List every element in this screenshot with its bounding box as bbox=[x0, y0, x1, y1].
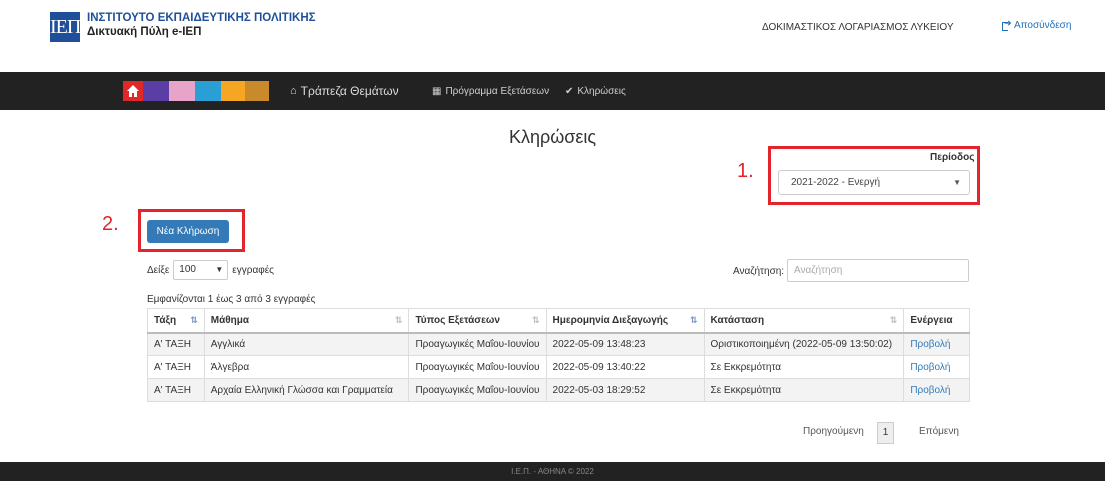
table-info: Εμφανίζονται 1 έως 3 από 3 εγγραφές bbox=[147, 294, 316, 305]
account-name: ΔΟΚΙΜΑΣΤΙΚΟΣ ΛΟΓΑΡΙΑΣΜΟΣ ΛΥΚΕΙΟΥ bbox=[762, 22, 954, 33]
annotation-box-1 bbox=[768, 146, 980, 205]
iep-logo: ΙΕΠ bbox=[50, 12, 81, 42]
col-status-label: Κατάσταση bbox=[710, 314, 765, 326]
nav-exam-schedule[interactable]: ▦ Πρόγραμμα Εξετάσεων bbox=[432, 86, 549, 97]
color-swatch[interactable] bbox=[195, 81, 221, 101]
view-link[interactable]: Προβολή bbox=[910, 362, 950, 373]
nav-draws[interactable]: ✔ Κληρώσεις bbox=[565, 86, 626, 97]
cell-subject: Αγγλικά bbox=[203, 332, 410, 356]
search-label: Αναζήτηση: bbox=[733, 266, 785, 277]
draws-table: Τάξη ⇅ Μάθημα ⇅ Τύπος Εξετάσεων ⇅ Ημερομ… bbox=[147, 308, 970, 402]
col-subject-label: Μάθημα bbox=[210, 314, 250, 326]
cell-status: Σε Εκκρεμότητα bbox=[703, 378, 905, 402]
sort-icon: ⇅ bbox=[394, 315, 403, 325]
nav-draws-label: Κληρώσεις bbox=[577, 86, 626, 97]
pagination-current-page[interactable]: 1 bbox=[877, 422, 894, 444]
col-exam-type-label: Τύπος Εξετάσεων bbox=[415, 314, 500, 326]
nav-question-bank-label: Τράπεζα Θεμάτων bbox=[300, 84, 399, 98]
page-length-control: Δείξε 100 ▼ εγγραφές bbox=[147, 260, 274, 280]
home-button[interactable] bbox=[123, 81, 143, 101]
cell-class: Α' ΤΑΞΗ bbox=[147, 378, 205, 402]
cell-action: Προβολή bbox=[903, 355, 970, 379]
table-row: Α' ΤΑΞΗ Άλγεβρα Προαγωγικές Μαΐου-Ιουνίο… bbox=[147, 355, 970, 379]
col-date-label: Ημερομηνία Διεξαγωγής bbox=[552, 314, 669, 326]
view-link[interactable]: Προβολή bbox=[910, 339, 950, 350]
institute-title: ΙΝΣΤΙΤΟΥΤΟ ΕΚΠΑΙΔΕΥΤΙΚΗΣ ΠΟΛΙΤΙΚΗΣ bbox=[87, 12, 316, 24]
col-status[interactable]: Κατάσταση ⇅ bbox=[703, 308, 905, 334]
cell-status: Οριστικοποιημένη (2022-05-09 13:50:02) bbox=[703, 332, 905, 356]
color-swatch[interactable] bbox=[169, 81, 195, 101]
portal-subtitle: Δικτυακή Πύλη e-ΙΕΠ bbox=[87, 26, 202, 38]
col-subject[interactable]: Μάθημα ⇅ bbox=[203, 308, 410, 334]
sign-out-icon bbox=[1002, 18, 1012, 31]
annotation-number-2: 2. bbox=[102, 213, 119, 235]
show-label: Δείξε bbox=[147, 264, 170, 276]
main-navbar: ⌂ Τράπεζα Θεμάτων ▦ Πρόγραμμα Εξετάσεων … bbox=[0, 72, 1105, 110]
col-action-label: Ενέργεια bbox=[910, 314, 953, 326]
table-row: Α' ΤΑΞΗ Αρχαία Ελληνική Γλώσσα και Γραμμ… bbox=[147, 378, 970, 402]
col-class[interactable]: Τάξη ⇅ bbox=[147, 308, 205, 334]
sort-icon: ⇅ bbox=[190, 315, 198, 325]
cell-class: Α' ΤΑΞΗ bbox=[147, 355, 205, 379]
cell-subject: Άλγεβρα bbox=[203, 355, 410, 379]
annotation-number-1: 1. bbox=[737, 160, 754, 182]
cell-action: Προβολή bbox=[903, 378, 970, 402]
logout-label: Αποσύνδεση bbox=[1014, 20, 1072, 31]
cell-date: 2022-05-09 13:48:23 bbox=[545, 332, 705, 356]
col-date[interactable]: Ημερομηνία Διεξαγωγής ⇅ bbox=[545, 308, 705, 334]
color-swatch[interactable] bbox=[221, 81, 245, 101]
view-link[interactable]: Προβολή bbox=[910, 385, 950, 396]
calendar-icon: ▦ bbox=[432, 86, 442, 97]
table-row: Α' ΤΑΞΗ Αγγλικά Προαγωγικές Μαΐου-Ιουνίο… bbox=[147, 332, 970, 356]
records-label: εγγραφές bbox=[232, 264, 274, 276]
cell-subject: Αρχαία Ελληνική Γλώσσα και Γραμματεία bbox=[203, 378, 410, 402]
nav-exam-schedule-label: Πρόγραμμα Εξετάσεων bbox=[445, 86, 550, 97]
col-class-label: Τάξη bbox=[154, 314, 177, 326]
cell-exam-type: Προαγωγικές Μαΐου-Ιουνίου bbox=[408, 332, 547, 356]
home-icon: ⌂ bbox=[290, 85, 297, 97]
cell-status: Σε Εκκρεμότητα bbox=[703, 355, 905, 379]
cell-date: 2022-05-03 18:29:52 bbox=[545, 378, 705, 402]
cell-date: 2022-05-09 13:40:22 bbox=[545, 355, 705, 379]
cell-class: Α' ΤΑΞΗ bbox=[147, 332, 205, 356]
page-title: Κληρώσεις bbox=[508, 127, 597, 147]
color-swatch[interactable] bbox=[143, 81, 169, 101]
cell-exam-type: Προαγωγικές Μαΐου-Ιουνίου bbox=[408, 378, 547, 402]
check-icon: ✔ bbox=[565, 86, 574, 97]
sort-icon: ⇅ bbox=[531, 315, 540, 325]
pagination-next[interactable]: Επόμενη bbox=[919, 426, 959, 437]
cell-exam-type: Προαγωγικές Μαΐου-Ιουνίου bbox=[408, 355, 547, 379]
color-swatch[interactable] bbox=[245, 81, 269, 101]
page-length-value: 100 bbox=[179, 264, 196, 275]
chevron-down-icon: ▼ bbox=[215, 265, 224, 274]
page-length-select[interactable]: 100 ▼ bbox=[173, 260, 229, 280]
sort-icon: ⇅ bbox=[889, 315, 898, 325]
col-action: Ενέργεια bbox=[903, 308, 970, 334]
pagination-previous[interactable]: Προηγούμενη bbox=[803, 426, 864, 437]
logout-link[interactable]: Αποσύνδεση bbox=[1002, 18, 1072, 31]
cell-action: Προβολή bbox=[903, 332, 970, 356]
table-header-row: Τάξη ⇅ Μάθημα ⇅ Τύπος Εξετάσεων ⇅ Ημερομ… bbox=[147, 308, 970, 334]
search-input[interactable] bbox=[787, 259, 969, 282]
top-header: ΙΕΠ ΙΝΣΤΙΤΟΥΤΟ ΕΚΠΑΙΔΕΥΤΙΚΗΣ ΠΟΛΙΤΙΚΗΣ Δ… bbox=[0, 0, 1105, 72]
nav-question-bank[interactable]: ⌂ Τράπεζα Θεμάτων bbox=[290, 84, 399, 98]
sort-desc-icon: ⇅ bbox=[689, 315, 698, 325]
annotation-box-2 bbox=[138, 209, 245, 252]
home-icon bbox=[127, 85, 139, 97]
col-exam-type[interactable]: Τύπος Εξετάσεων ⇅ bbox=[408, 308, 547, 334]
footer: Ι.Ε.Π. - ΑΘΗΝΑ © 2022 bbox=[0, 462, 1105, 481]
